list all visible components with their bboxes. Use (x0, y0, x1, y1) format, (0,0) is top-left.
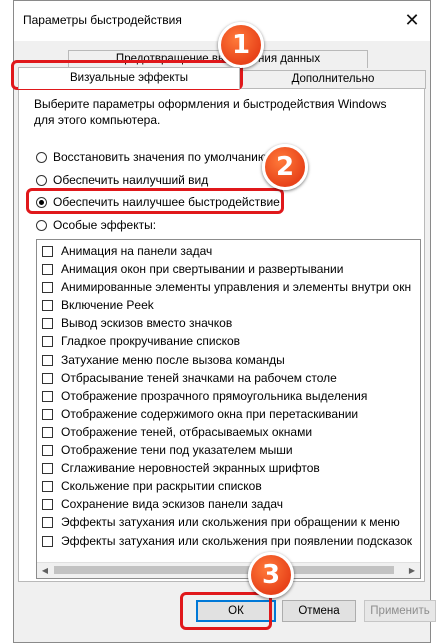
list-item[interactable]: Анимированные элементы управления и элем… (37, 278, 420, 296)
highlight-ok-button (180, 592, 272, 630)
checkbox[interactable] (42, 481, 53, 493)
list-item[interactable]: Включение Peek (37, 296, 420, 314)
effect-label: Эффекты затухания или скольжения при поя… (61, 533, 413, 548)
effect-label: Затухание меню после вызова команды (61, 352, 285, 367)
radio-label: Обеспечить наилучший вид (53, 173, 209, 187)
description-text: Выберите параметры оформления и быстроде… (34, 97, 387, 127)
close-icon[interactable]: ✕ (402, 10, 422, 30)
radio-label: Восстановить значения по умолчанию (53, 150, 267, 164)
checkbox[interactable] (42, 408, 53, 420)
step-badge-1: 1 (218, 22, 264, 68)
effect-label: Анимация окон при свертывании и разверты… (61, 262, 344, 277)
effect-label: Гладкое прокручивание списков (61, 334, 241, 349)
effect-label: Отображение тени под указателем мыши (61, 443, 293, 458)
apply-button[interactable]: Применить (364, 600, 436, 622)
window-title: Параметры быстродействия (23, 13, 182, 27)
list-item[interactable]: Отбрасывание теней значками на рабочем с… (37, 369, 420, 387)
scroll-left-icon[interactable]: ◀ (37, 563, 53, 578)
checkbox[interactable] (42, 318, 53, 330)
effect-label: Скольжение при раскрытии списков (61, 479, 262, 494)
effect-label: Отбрасывание теней значками на рабочем с… (61, 370, 337, 385)
checkbox[interactable] (42, 445, 53, 457)
tab-visual-effects[interactable]: Визуальные эффекты (18, 67, 240, 89)
effect-label: Отображение теней, отбрасываемых окнами (61, 424, 313, 439)
radio-label: Особые эффекты: (53, 218, 157, 232)
list-item[interactable]: Эффекты затухания или скольжения при обр… (37, 513, 420, 531)
checkbox[interactable] (42, 517, 53, 529)
list-item[interactable]: Затухание меню после вызова команды (37, 351, 420, 369)
checkbox[interactable] (42, 535, 53, 547)
radio-button[interactable] (36, 152, 47, 163)
step-badge-3: 3 (248, 552, 294, 598)
effect-label: Отображение прозрачного прямоугольника в… (61, 388, 368, 403)
list-item[interactable]: Сглаживание неровностей экранных шрифтов (37, 459, 420, 477)
step-badge-2: 2 (262, 144, 308, 190)
effect-label: Анимированные элементы управления и элем… (61, 280, 412, 295)
checkbox[interactable] (42, 264, 53, 276)
list-item[interactable]: Сохранение вида эскизов панели задач (37, 495, 420, 513)
list-item[interactable]: Отображение прозрачного прямоугольника в… (37, 387, 420, 405)
list-item[interactable]: Анимация на панели задач (37, 242, 420, 260)
effect-label: Включение Peek (61, 298, 154, 313)
list-item[interactable]: Гладкое прокручивание списков (37, 332, 420, 350)
effect-label: Сохранение вида эскизов панели задач (61, 497, 284, 512)
checkbox[interactable] (42, 463, 53, 475)
tab-advanced[interactable]: Дополнительно (240, 70, 426, 89)
checkbox[interactable] (42, 336, 53, 348)
effect-label: Вывод эскизов вместо значков (61, 316, 233, 331)
checkbox[interactable] (42, 499, 53, 511)
cancel-button[interactable]: Отмена (282, 600, 356, 622)
radio-best-appearance[interactable]: Обеспечить наилучший вид (36, 172, 208, 188)
highlight-best-performance (26, 188, 284, 214)
horizontal-scrollbar[interactable]: ◀ ▶ (37, 562, 420, 578)
checkbox[interactable] (42, 300, 53, 312)
checkbox[interactable] (42, 354, 53, 366)
checkbox[interactable] (42, 282, 53, 294)
radio-custom[interactable]: Особые эффекты: (36, 217, 156, 233)
checkbox[interactable] (42, 372, 53, 384)
list-item[interactable]: Вывод эскизов вместо значков (37, 314, 420, 332)
scrollbar-thumb[interactable] (54, 566, 394, 574)
effect-label: Эффекты затухания или скольжения при обр… (61, 515, 400, 530)
checkbox[interactable] (42, 426, 53, 438)
scroll-right-icon[interactable]: ▶ (404, 563, 420, 578)
effects-items: Анимация на панели задач Анимация окон пр… (37, 242, 420, 550)
radio-button[interactable] (36, 220, 47, 231)
radio-button[interactable] (36, 175, 47, 186)
performance-options-window: Параметры быстродействия ✕ Предотвращени… (13, 0, 436, 643)
checkbox[interactable] (42, 246, 53, 257)
list-item[interactable]: Отображение содержимого окна при перетас… (37, 405, 420, 423)
list-item[interactable]: Эффекты затухания или скольжения при поя… (37, 532, 420, 550)
list-item[interactable]: Отображение теней, отбрасываемых окнами (37, 423, 420, 441)
list-item[interactable]: Анимация окон при свертывании и разверты… (37, 260, 420, 278)
list-item[interactable]: Отображение тени под указателем мыши (37, 441, 420, 459)
effect-label: Сглаживание неровностей экранных шрифтов (61, 461, 320, 476)
effect-label: Отображение содержимого окна при перетас… (61, 406, 359, 421)
list-item[interactable]: Скольжение при раскрытии списков (37, 477, 420, 495)
radio-restore-defaults[interactable]: Восстановить значения по умолчанию (36, 149, 267, 165)
checkbox[interactable] (42, 390, 53, 402)
effect-label: Анимация на панели задач (61, 244, 213, 258)
effects-list[interactable]: Анимация на панели задач Анимация окон пр… (36, 239, 421, 579)
